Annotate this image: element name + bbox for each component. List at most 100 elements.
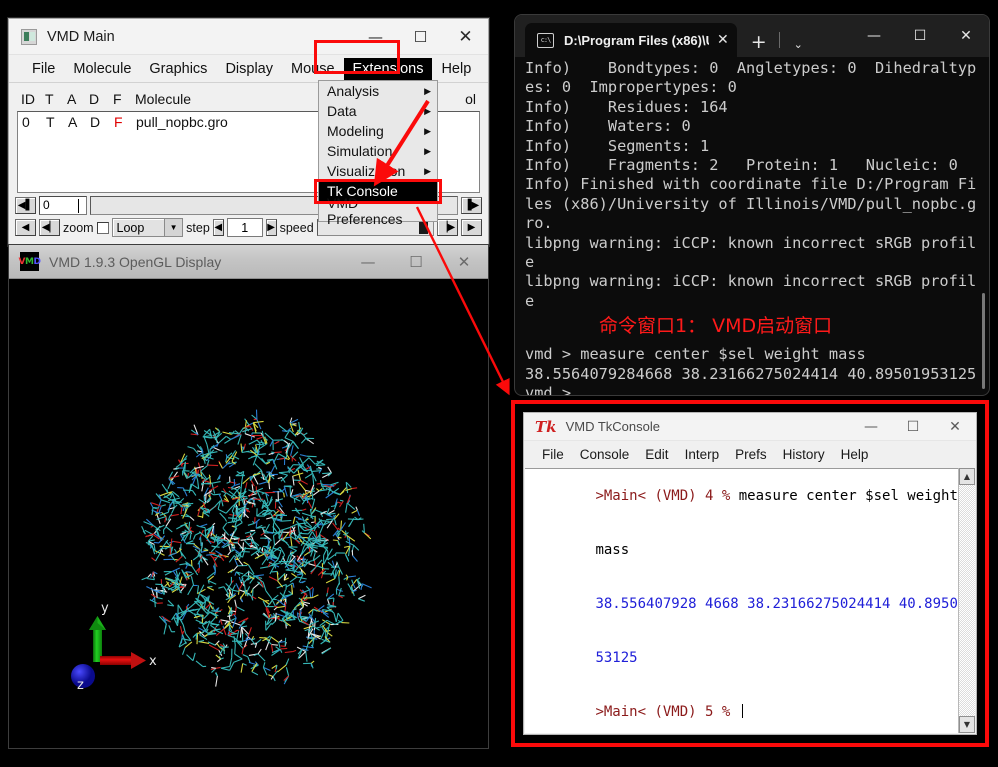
tkconsole-titlebar: Tk VMD TkConsole — ☐ ✕: [524, 413, 976, 441]
menu-item-label: Visualization: [327, 163, 406, 179]
maximize-button[interactable]: ☐: [897, 15, 943, 57]
terminal-line: ro.: [525, 214, 553, 233]
opengl-titlebar: VMD VMD 1.9.3 OpenGL Display — ☐ ✕: [9, 245, 488, 279]
step-decrement-button[interactable]: ◀: [212, 219, 224, 236]
maximize-button[interactable]: ☐: [398, 19, 443, 54]
header-id: ID: [21, 91, 35, 107]
tk-menu-console[interactable]: Console: [572, 445, 638, 464]
chevron-down-icon[interactable]: ⌄: [780, 38, 817, 57]
console-line: 38.556407928 4668 38.23166275024414 40.8…: [525, 577, 975, 631]
vmd-logo-icon: VMD: [19, 252, 41, 271]
menu-molecule[interactable]: Molecule: [64, 58, 140, 80]
submenu-arrow-icon: ▶: [424, 165, 431, 176]
menu-mouse[interactable]: Mouse: [282, 58, 344, 80]
opengl-display-window: VMD VMD 1.9.3 OpenGL Display — ☐ ✕ y x z: [8, 244, 489, 749]
cell-t[interactable]: T: [46, 114, 68, 130]
close-icon[interactable]: ✕: [709, 32, 729, 48]
play-reverse-button[interactable]: ◀: [15, 219, 36, 236]
menu-item-label: VMD Preferences: [327, 195, 403, 227]
loop-mode-select[interactable]: Loop ▼: [111, 218, 184, 237]
close-button[interactable]: ✕: [943, 15, 989, 57]
submenu-arrow-icon: ▶: [424, 145, 431, 156]
terminal-output[interactable]: Info) Bondtypes: 0 Angletypes: 0 Dihedra…: [515, 57, 989, 395]
maximize-button[interactable]: ☐: [892, 413, 934, 440]
tkconsole-window: Tk VMD TkConsole — ☐ ✕ File Console Edit…: [523, 412, 977, 735]
close-button[interactable]: ✕: [443, 19, 488, 54]
cell-a[interactable]: A: [68, 114, 90, 130]
header-a: A: [67, 91, 77, 107]
tk-menu-interp[interactable]: Interp: [677, 445, 728, 464]
terminal-line: e: [525, 253, 535, 272]
play-forward-button[interactable]: ▶: [461, 219, 482, 236]
header-f: F: [113, 91, 122, 107]
terminal-line: vmd > measure center $sel weight mass: [525, 345, 866, 364]
minimize-button[interactable]: —: [850, 413, 892, 440]
menu-item-label: Modeling: [327, 123, 384, 139]
vmd-main-window-buttons: — ☐ ✕: [353, 19, 488, 54]
terminal-window-buttons: — ☐ ✕: [851, 15, 989, 57]
menu-item-visualization[interactable]: Visualization ▶: [319, 161, 437, 181]
terminal-annotation-label: 命令窗口1： VMD启动窗口: [599, 315, 833, 338]
axis-label-z: z: [77, 678, 84, 693]
menu-item-data[interactable]: Data ▶: [319, 101, 437, 121]
extensions-dropdown-menu: Analysis ▶ Data ▶ Modeling ▶ Simulation …: [318, 80, 438, 227]
scroll-down-arrow-icon[interactable]: ▼: [959, 716, 975, 733]
menu-item-analysis[interactable]: Analysis ▶: [319, 81, 437, 101]
terminal-line: libpng warning: iCCP: known incorrect sR…: [525, 233, 977, 252]
menu-extensions[interactable]: Extensions: [343, 57, 433, 80]
chevron-down-icon[interactable]: ▼: [164, 219, 183, 236]
tkconsole-scrollbar[interactable]: ▲ ▼: [958, 468, 975, 733]
menu-item-label: Analysis: [327, 83, 380, 99]
speed-label: speed: [279, 220, 314, 235]
menu-help[interactable]: Help: [432, 58, 480, 80]
header-t: T: [45, 91, 54, 107]
tk-menu-history[interactable]: History: [775, 445, 833, 464]
step-forward-button[interactable]: ▕▶: [437, 219, 458, 236]
terminal-line: les (x86)/University of Illinois/VMD/pul…: [525, 194, 977, 213]
scroll-up-arrow-icon[interactable]: ▲: [959, 468, 975, 485]
frame-number-input[interactable]: 0: [39, 196, 87, 215]
menu-display[interactable]: Display: [216, 58, 282, 80]
maximize-button[interactable]: ☐: [392, 245, 440, 278]
molecule-viewport[interactable]: y x z: [9, 279, 488, 748]
menu-item-label: Data: [327, 103, 357, 119]
console-prompt-current: >Main< (VMD) 5 %: [595, 704, 739, 720]
new-tab-button[interactable]: +: [737, 31, 779, 57]
tk-menu-help[interactable]: Help: [833, 445, 877, 464]
cell-d[interactable]: D: [90, 114, 114, 130]
terminal-tab[interactable]: c:\ D:\Program Files (x86)\Ur ✕: [525, 23, 737, 57]
minimize-button[interactable]: —: [353, 19, 398, 54]
goto-last-frame-button[interactable]: ▐▶: [461, 197, 482, 214]
minimize-button[interactable]: —: [851, 15, 897, 57]
terminal-scrollbar[interactable]: [982, 293, 985, 389]
terminal-line: Info) Bondtypes: 0 Angletypes: 0 Dihedra…: [525, 59, 977, 77]
menu-item-simulation[interactable]: Simulation ▶: [319, 141, 437, 161]
tk-menu-prefs[interactable]: Prefs: [727, 445, 775, 464]
cell-id: 0: [22, 114, 30, 130]
console-line: mass: [525, 523, 975, 577]
tk-menu-edit[interactable]: Edit: [637, 445, 676, 464]
tkconsole-text-area[interactable]: >Main< (VMD) 4 % measure center $sel wei…: [525, 468, 975, 733]
menu-item-vmd-preferences[interactable]: VMD Preferences: [319, 195, 437, 227]
console-command: measure center $sel weight: [738, 488, 958, 504]
step-increment-button[interactable]: ▶: [265, 219, 277, 236]
goto-first-frame-button[interactable]: ◀▌: [15, 197, 36, 214]
console-line: 53125: [525, 631, 975, 685]
step-reverse-button[interactable]: ◀▏: [39, 219, 60, 236]
step-value-input[interactable]: 1: [226, 218, 263, 237]
zoom-checkbox[interactable]: [96, 221, 109, 234]
loop-mode-value: Loop: [116, 220, 145, 235]
tkconsole-window-buttons: — ☐ ✕: [850, 413, 976, 440]
minimize-button[interactable]: —: [344, 245, 392, 278]
menu-file[interactable]: File: [23, 58, 64, 80]
menu-graphics[interactable]: Graphics: [140, 58, 216, 80]
tk-logo-icon: Tk: [535, 417, 557, 436]
close-button[interactable]: ✕: [934, 413, 976, 440]
header-d: D: [89, 91, 100, 107]
tkconsole-menubar: File Console Edit Interp Prefs History H…: [524, 441, 976, 467]
close-button[interactable]: ✕: [440, 245, 488, 278]
menu-item-modeling[interactable]: Modeling ▶: [319, 121, 437, 141]
cell-f[interactable]: F: [114, 114, 136, 130]
tk-menu-file[interactable]: File: [534, 445, 572, 464]
terminal-line: Info) Segments: 1: [525, 136, 710, 155]
